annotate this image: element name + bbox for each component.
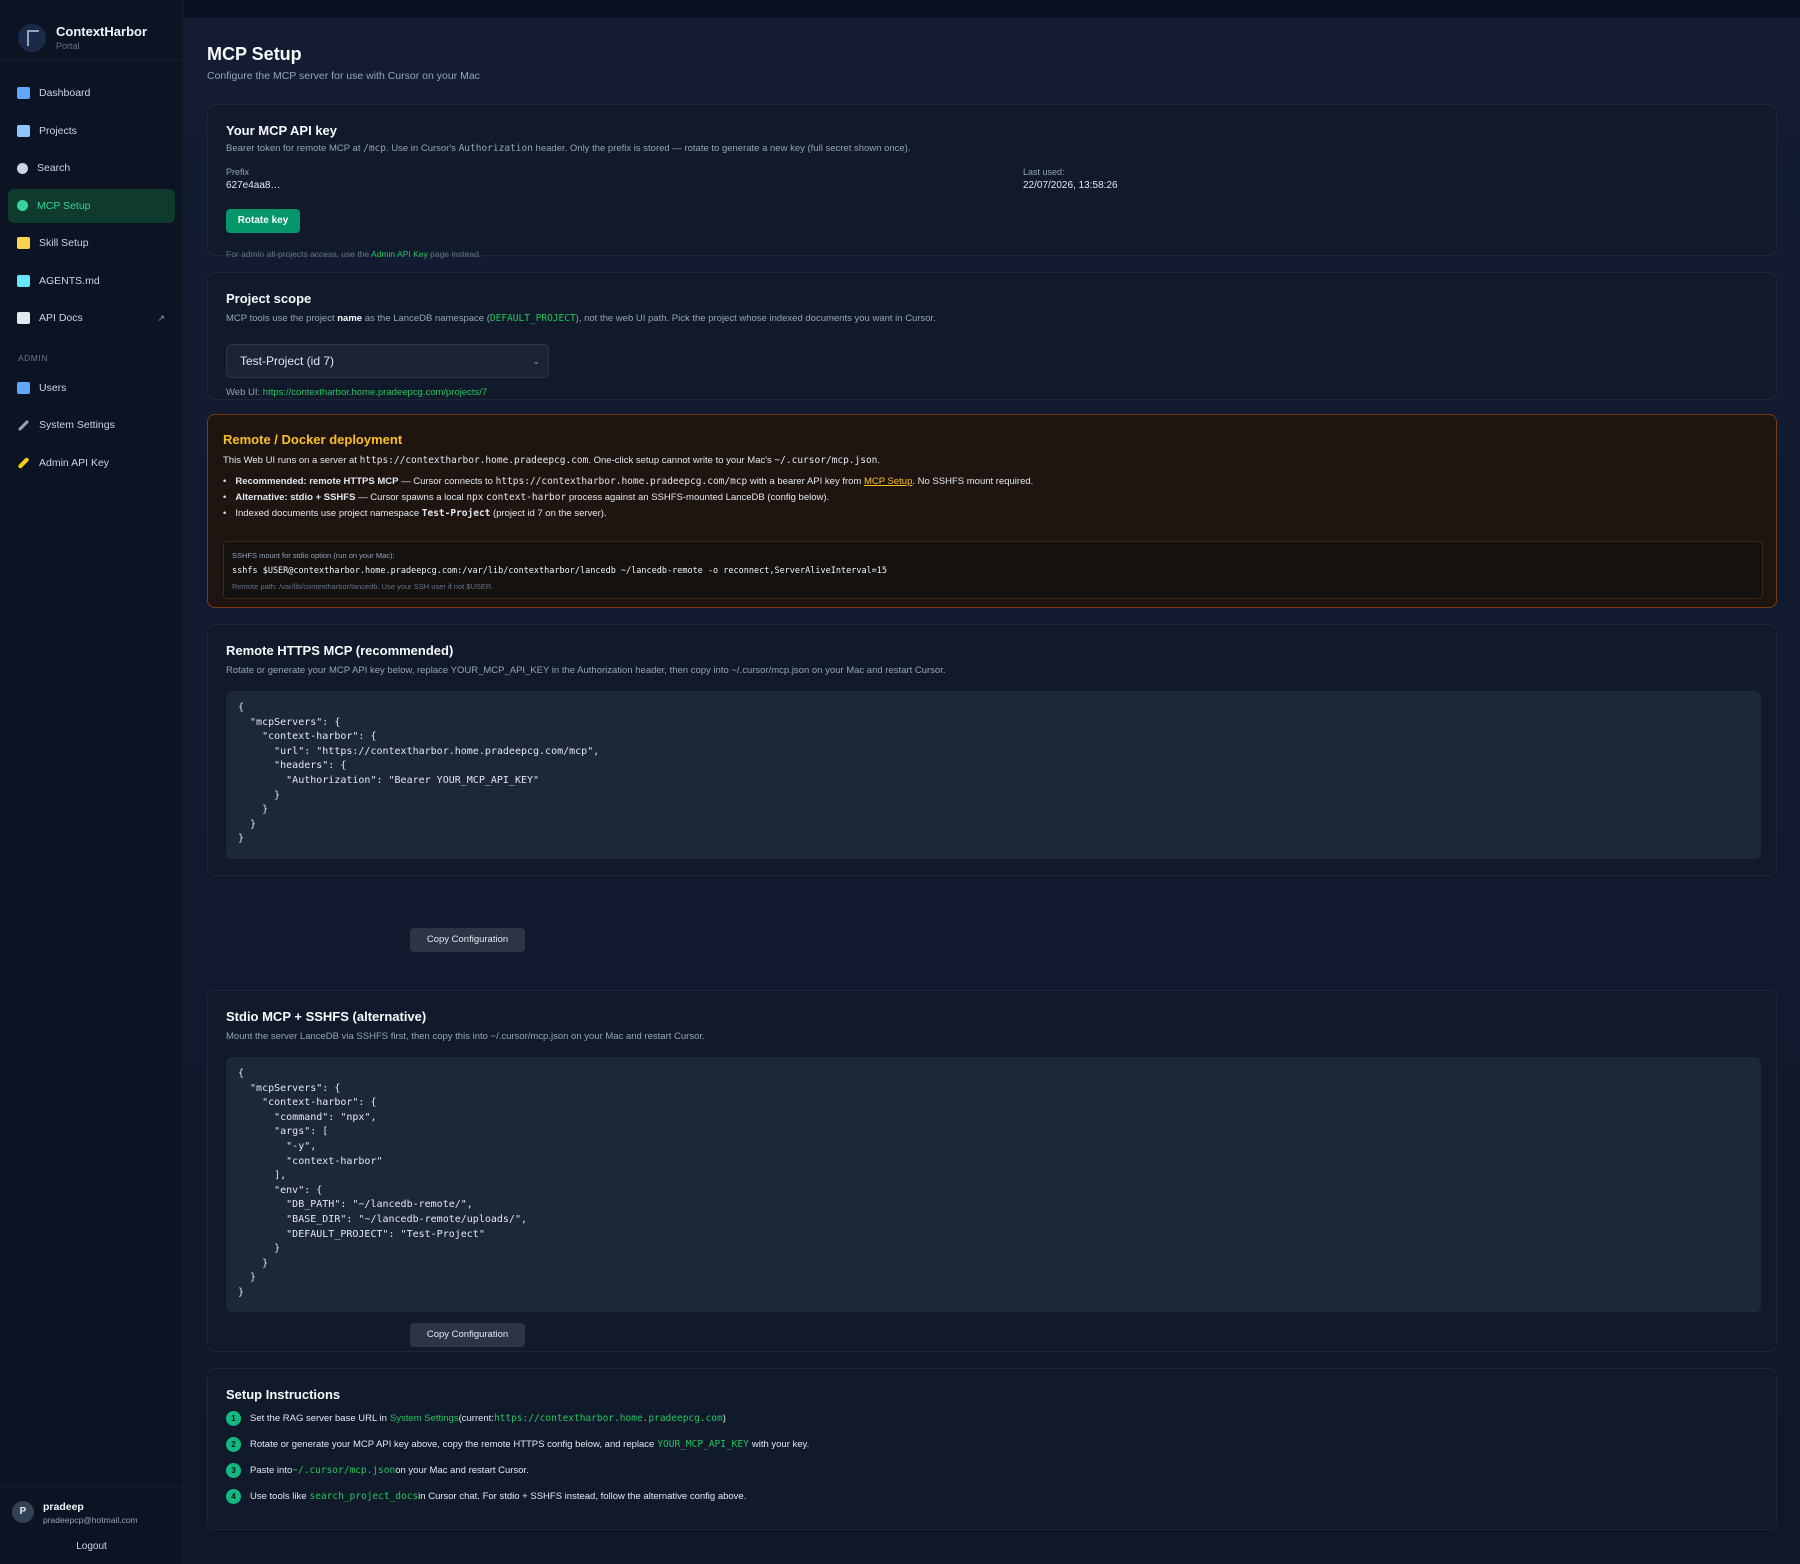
remote-docker-card: Remote / Docker deployment This Web UI r… <box>207 414 1777 608</box>
folder-icon <box>17 124 30 137</box>
stdio-card: Stdio MCP + SSHFS (alternative) Mount th… <box>207 990 1777 1352</box>
user-panel: P pradeep pradeepcp@hotmail.com Logout <box>0 1486 183 1564</box>
rotate-key-button[interactable]: Rotate key <box>226 209 300 233</box>
setup-instructions-card: Setup Instructions 1 Set the RAG server … <box>207 1368 1777 1530</box>
setup-instructions-title: Setup Instructions <box>226 1387 341 1402</box>
sidebar-item-system-settings[interactable]: System Settings <box>8 408 175 442</box>
list-item: Recommended: remote HTTPS MCP — Cursor c… <box>223 476 1033 487</box>
sidebar-item-projects[interactable]: Projects <box>8 114 175 148</box>
system-settings-link[interactable]: System Settings <box>390 1413 459 1424</box>
sidebar-item-label: Dashboard <box>39 87 91 99</box>
sidebar-item-label: Admin API Key <box>39 456 110 469</box>
prefix-label: Prefix <box>226 167 250 177</box>
avatar: P <box>12 1501 34 1523</box>
step-number: 3 <box>226 1463 241 1478</box>
sidebar-item-dashboard[interactable]: Dashboard <box>8 76 175 110</box>
prefix-value: 627e4aa8… <box>226 180 281 191</box>
step-number: 1 <box>226 1411 241 1426</box>
project-scope-description: MCP tools use the project name as the La… <box>226 313 936 324</box>
external-link-icon: ↗ <box>157 312 165 323</box>
remote-https-description: Rotate or generate your MCP API key belo… <box>226 665 946 676</box>
stdio-description: Mount the server LanceDB via SSHFS first… <box>226 1031 705 1042</box>
sidebar-item-admin-api-key[interactable]: Admin API Key <box>8 446 175 480</box>
project-scope-card: Project scope MCP tools use the project … <box>207 272 1777 400</box>
project-scope-title: Project scope <box>226 291 312 306</box>
list-item: 2 Rotate or generate your MCP API key ab… <box>226 1437 809 1452</box>
chart-icon <box>17 87 30 99</box>
sidebar-item-search[interactable]: Search <box>8 151 175 185</box>
wrench-icon <box>17 419 30 431</box>
sidebar: ContextHarbor Portal Dashboard Projects … <box>0 0 184 1564</box>
admin-api-key-link[interactable]: Admin API Key <box>371 249 428 259</box>
project-select[interactable]: Test-Project (id 7) ⌄ <box>226 344 549 378</box>
brand[interactable]: ContextHarbor Portal <box>0 0 183 60</box>
list-item: 1 Set the RAG server base URL in System … <box>226 1411 726 1426</box>
sidebar-item-label: API Docs <box>39 312 83 324</box>
user-email: pradeepcp@hotmail.com <box>43 1515 138 1525</box>
users-icon <box>17 381 30 394</box>
web-ui-line: Web UI: https://contextharbor.home.prade… <box>226 387 488 398</box>
sidebar-item-mcp-setup[interactable]: MCP Setup <box>8 188 175 223</box>
admin-note: For admin all-projects access, use the A… <box>226 249 482 259</box>
sidebar-item-label: System Settings <box>39 419 115 431</box>
step-number: 4 <box>226 1489 241 1504</box>
brand-name: ContextHarbor <box>56 24 148 39</box>
list-item: Alternative: stdio + SSHFS — Cursor spaw… <box>223 492 829 503</box>
sshfs-note: Remote path: /var/lib/contextharbor/lanc… <box>232 582 494 591</box>
sidebar-item-users[interactable]: Users <box>8 371 175 405</box>
last-used-value: 22/07/2026, 13:58:26 <box>1023 180 1118 191</box>
sidebar-item-agents-md[interactable]: AGENTS.md <box>8 264 175 298</box>
step-number: 2 <box>226 1437 241 1452</box>
remote-https-card: Remote HTTPS MCP (recommended) Rotate or… <box>207 624 1777 876</box>
sidebar-item-skill-setup[interactable]: Skill Setup <box>8 226 175 260</box>
remote-https-code[interactable]: { "mcpServers": { "context-harbor": { "u… <box>226 691 1761 859</box>
logo-icon <box>18 23 46 52</box>
memo-icon <box>17 237 30 249</box>
last-used-label: Last used: <box>1023 167 1065 177</box>
sidebar-item-label: Skill Setup <box>39 237 89 249</box>
sidebar-item-api-docs[interactable]: API Docs ↗ <box>8 301 175 335</box>
plug-icon <box>17 200 28 211</box>
list-item: 3 Paste into ~/.cursor/mcp.json on your … <box>226 1463 529 1478</box>
robot-icon <box>17 274 30 287</box>
mcp-setup-link[interactable]: MCP Setup <box>864 476 912 487</box>
stdio-title: Stdio MCP + SSHFS (alternative) <box>226 1009 427 1024</box>
stdio-code[interactable]: { "mcpServers": { "context-harbor": { "c… <box>226 1057 1761 1312</box>
book-icon <box>17 312 30 324</box>
main-content: MCP Setup Configure the MCP server for u… <box>184 18 1800 1564</box>
sshfs-box: SSHFS mount for stdio option (run on you… <box>223 541 1763 599</box>
copy-config-button[interactable]: Copy Configuration <box>410 1323 525 1347</box>
logout-button[interactable]: Logout <box>0 1541 183 1552</box>
list-item: 4 Use tools like search_project_docs in … <box>226 1489 746 1504</box>
sidebar-item-label: Projects <box>39 124 77 137</box>
nav-section-admin: ADMIN <box>18 352 48 363</box>
api-key-description: Bearer token for remote MCP at /mcp. Use… <box>226 143 911 154</box>
copy-config-button[interactable]: Copy Configuration <box>410 928 525 952</box>
page-title: MCP Setup <box>207 44 302 64</box>
chevron-down-icon: ⌄ <box>532 356 540 366</box>
sidebar-item-label: MCP Setup <box>37 199 91 212</box>
api-key-title: Your MCP API key <box>226 123 338 138</box>
sshfs-label: SSHFS mount for stdio option (run on you… <box>232 551 395 560</box>
sidebar-item-label: Search <box>37 162 71 174</box>
web-ui-link[interactable]: https://contextharbor.home.pradeepcg.com… <box>263 387 487 398</box>
sidebar-item-label: Users <box>39 381 67 394</box>
api-key-card: Your MCP API key Bearer token for remote… <box>207 104 1777 259</box>
page-subtitle: Configure the MCP server for use with Cu… <box>207 70 480 82</box>
user-name: pradeep <box>43 1501 84 1513</box>
brand-subtitle: Portal <box>56 41 80 51</box>
list-item: Indexed documents use project namespace … <box>223 508 606 519</box>
remote-docker-title: Remote / Docker deployment <box>223 432 403 447</box>
sshfs-command[interactable]: sshfs $USER@contextharbor.home.pradeepcg… <box>232 566 887 576</box>
remote-https-title: Remote HTTPS MCP (recommended) <box>226 643 454 658</box>
search-icon <box>17 162 28 174</box>
remote-docker-description: This Web UI runs on a server at https://… <box>223 455 881 466</box>
key-icon <box>17 456 30 469</box>
sidebar-item-label: AGENTS.md <box>39 274 100 287</box>
sidebar-nav: Dashboard Projects Search MCP Setup Skil… <box>0 60 183 480</box>
project-select-value: Test-Project (id 7) <box>240 354 335 368</box>
